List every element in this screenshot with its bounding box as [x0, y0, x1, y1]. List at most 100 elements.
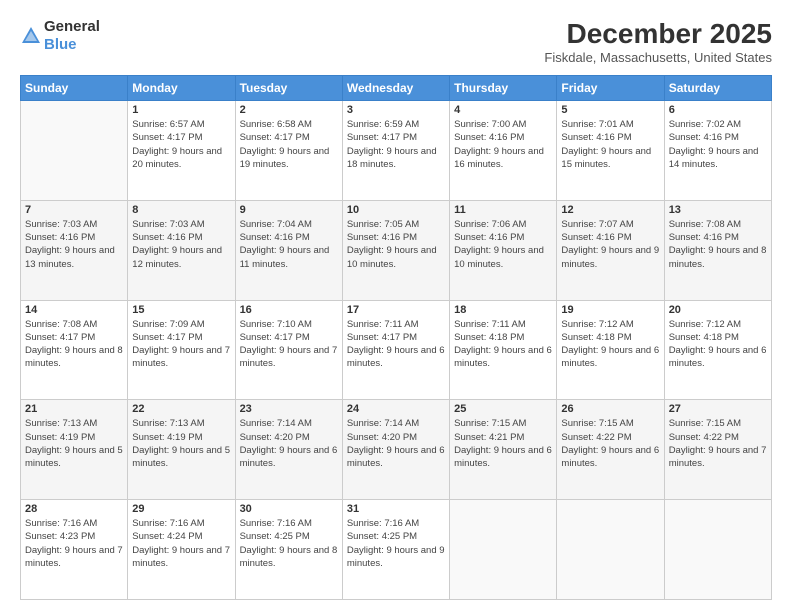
- day-info: Sunrise: 7:12 AMSunset: 4:18 PMDaylight:…: [561, 318, 659, 371]
- day-cell: 21 Sunrise: 7:13 AMSunset: 4:19 PMDayligh…: [21, 400, 128, 500]
- day-info: Sunrise: 7:15 AMSunset: 4:22 PMDaylight:…: [669, 417, 767, 470]
- day-cell: 6Sunrise: 7:02 AMSunset: 4:16 PMDaylight…: [664, 101, 771, 201]
- day-number: 7: [25, 204, 123, 216]
- day-cell: 7Sunrise: 7:03 AMSunset: 4:16 PMDaylight…: [21, 200, 128, 300]
- day-cell: 20 Sunrise: 7:12 AMSunset: 4:18 PMDayligh…: [664, 300, 771, 400]
- day-cell: 1 Sunrise: 6:57 AMSunset: 4:17 PMDaylight…: [128, 101, 235, 201]
- day-cell: 17 Sunrise: 7:11 AMSunset: 4:17 PMDayligh…: [342, 300, 449, 400]
- day-info: Sunrise: 7:15 AMSunset: 4:21 PMDaylight:…: [454, 417, 552, 470]
- day-number: 21: [25, 403, 123, 415]
- day-number: 27: [669, 403, 767, 415]
- day-info: Sunrise: 7:14 AMSunset: 4:20 PMDaylight:…: [240, 417, 338, 470]
- month-title: December 2025: [544, 18, 772, 50]
- day-cell: [450, 500, 557, 600]
- day-cell: 19 Sunrise: 7:12 AMSunset: 4:18 PMDayligh…: [557, 300, 664, 400]
- week-row-1: 1 Sunrise: 6:57 AMSunset: 4:17 PMDaylight…: [21, 101, 772, 201]
- day-number: 13: [669, 204, 767, 216]
- day-cell: 9 Sunrise: 7:04 AMSunset: 4:16 PMDaylight…: [235, 200, 342, 300]
- weekday-header-friday: Friday: [557, 76, 664, 101]
- day-number: 1: [132, 104, 230, 116]
- day-cell: 15 Sunrise: 7:09 AMSunset: 4:17 PMDayligh…: [128, 300, 235, 400]
- day-number: 18: [454, 304, 552, 316]
- day-cell: 12 Sunrise: 7:07 AMSunset: 4:16 PMDayligh…: [557, 200, 664, 300]
- weekday-header-tuesday: Tuesday: [235, 76, 342, 101]
- day-info: Sunrise: 7:16 AMSunset: 4:25 PMDaylight:…: [240, 517, 338, 570]
- day-cell: 5 Sunrise: 7:01 AMSunset: 4:16 PMDaylight…: [557, 101, 664, 201]
- day-number: 12: [561, 204, 659, 216]
- day-info: Sunrise: 7:08 AMSunset: 4:16 PMDaylight:…: [669, 218, 767, 271]
- day-cell: 23 Sunrise: 7:14 AMSunset: 4:20 PMDayligh…: [235, 400, 342, 500]
- week-row-4: 21 Sunrise: 7:13 AMSunset: 4:19 PMDayligh…: [21, 400, 772, 500]
- day-cell: 16Sunrise: 7:10 AMSunset: 4:17 PMDayligh…: [235, 300, 342, 400]
- logo-blue: Blue: [44, 36, 77, 53]
- weekday-header-sunday: Sunday: [21, 76, 128, 101]
- day-info: Sunrise: 6:57 AMSunset: 4:17 PMDaylight:…: [132, 118, 230, 171]
- day-cell: 30 Sunrise: 7:16 AMSunset: 4:25 PMDayligh…: [235, 500, 342, 600]
- day-cell: 29Sunrise: 7:16 AMSunset: 4:24 PMDayligh…: [128, 500, 235, 600]
- location: Fiskdale, Massachusetts, United States: [544, 50, 772, 65]
- day-cell: 8Sunrise: 7:03 AMSunset: 4:16 PMDaylight…: [128, 200, 235, 300]
- day-number: 30: [240, 503, 338, 515]
- day-cell: 4 Sunrise: 7:00 AMSunset: 4:16 PMDaylight…: [450, 101, 557, 201]
- day-number: 26: [561, 403, 659, 415]
- logo: General Blue: [20, 18, 100, 54]
- day-cell: [21, 101, 128, 201]
- day-info: Sunrise: 7:09 AMSunset: 4:17 PMDaylight:…: [132, 318, 230, 371]
- day-cell: 22Sunrise: 7:13 AMSunset: 4:19 PMDayligh…: [128, 400, 235, 500]
- day-info: Sunrise: 7:07 AMSunset: 4:16 PMDaylight:…: [561, 218, 659, 271]
- day-number: 4: [454, 104, 552, 116]
- day-number: 5: [561, 104, 659, 116]
- day-number: 3: [347, 104, 445, 116]
- day-info: Sunrise: 7:01 AMSunset: 4:16 PMDaylight:…: [561, 118, 659, 171]
- day-cell: [557, 500, 664, 600]
- weekday-header-wednesday: Wednesday: [342, 76, 449, 101]
- day-number: 22: [132, 403, 230, 415]
- day-cell: 11Sunrise: 7:06 AMSunset: 4:16 PMDayligh…: [450, 200, 557, 300]
- day-cell: 13 Sunrise: 7:08 AMSunset: 4:16 PMDayligh…: [664, 200, 771, 300]
- week-row-5: 28Sunrise: 7:16 AMSunset: 4:23 PMDayligh…: [21, 500, 772, 600]
- day-info: Sunrise: 7:06 AMSunset: 4:16 PMDaylight:…: [454, 218, 552, 271]
- day-number: 8: [132, 204, 230, 216]
- day-number: 2: [240, 104, 338, 116]
- day-cell: 10Sunrise: 7:05 AMSunset: 4:16 PMDayligh…: [342, 200, 449, 300]
- day-number: 14: [25, 304, 123, 316]
- title-block: December 2025 Fiskdale, Massachusetts, U…: [544, 18, 772, 65]
- day-number: 6: [669, 104, 767, 116]
- day-number: 19: [561, 304, 659, 316]
- day-number: 17: [347, 304, 445, 316]
- day-info: Sunrise: 7:11 AMSunset: 4:17 PMDaylight:…: [347, 318, 445, 371]
- weekday-header-thursday: Thursday: [450, 76, 557, 101]
- logo-icon: [20, 25, 42, 47]
- day-number: 23: [240, 403, 338, 415]
- day-info: Sunrise: 7:08 AMSunset: 4:17 PMDaylight:…: [25, 318, 123, 371]
- day-info: Sunrise: 7:11 AMSunset: 4:18 PMDaylight:…: [454, 318, 552, 371]
- day-number: 28: [25, 503, 123, 515]
- day-cell: [664, 500, 771, 600]
- day-number: 29: [132, 503, 230, 515]
- day-cell: 27 Sunrise: 7:15 AMSunset: 4:22 PMDayligh…: [664, 400, 771, 500]
- day-info: Sunrise: 7:04 AMSunset: 4:16 PMDaylight:…: [240, 218, 338, 271]
- calendar-table: SundayMondayTuesdayWednesdayThursdayFrid…: [20, 75, 772, 600]
- weekday-header-saturday: Saturday: [664, 76, 771, 101]
- day-cell: 28Sunrise: 7:16 AMSunset: 4:23 PMDayligh…: [21, 500, 128, 600]
- day-info: Sunrise: 7:10 AMSunset: 4:17 PMDaylight:…: [240, 318, 338, 371]
- day-info: Sunrise: 7:05 AMSunset: 4:16 PMDaylight:…: [347, 218, 445, 271]
- page: General Blue December 2025 Fiskdale, Mas…: [0, 0, 792, 612]
- day-info: Sunrise: 7:00 AMSunset: 4:16 PMDaylight:…: [454, 118, 552, 171]
- day-number: 15: [132, 304, 230, 316]
- day-number: 20: [669, 304, 767, 316]
- day-info: Sunrise: 7:12 AMSunset: 4:18 PMDaylight:…: [669, 318, 767, 371]
- weekday-header-monday: Monday: [128, 76, 235, 101]
- week-row-2: 7Sunrise: 7:03 AMSunset: 4:16 PMDaylight…: [21, 200, 772, 300]
- day-info: Sunrise: 6:59 AMSunset: 4:17 PMDaylight:…: [347, 118, 445, 171]
- day-number: 9: [240, 204, 338, 216]
- day-cell: 18 Sunrise: 7:11 AMSunset: 4:18 PMDayligh…: [450, 300, 557, 400]
- day-cell: 3 Sunrise: 6:59 AMSunset: 4:17 PMDaylight…: [342, 101, 449, 201]
- day-cell: 31Sunrise: 7:16 AMSunset: 4:25 PMDayligh…: [342, 500, 449, 600]
- day-cell: 24Sunrise: 7:14 AMSunset: 4:20 PMDayligh…: [342, 400, 449, 500]
- week-row-3: 14 Sunrise: 7:08 AMSunset: 4:17 PMDayligh…: [21, 300, 772, 400]
- day-number: 31: [347, 503, 445, 515]
- day-info: Sunrise: 7:13 AMSunset: 4:19 PMDaylight:…: [25, 417, 123, 470]
- day-info: Sunrise: 7:15 AMSunset: 4:22 PMDaylight:…: [561, 417, 659, 470]
- calendar-body: 1 Sunrise: 6:57 AMSunset: 4:17 PMDaylight…: [21, 101, 772, 600]
